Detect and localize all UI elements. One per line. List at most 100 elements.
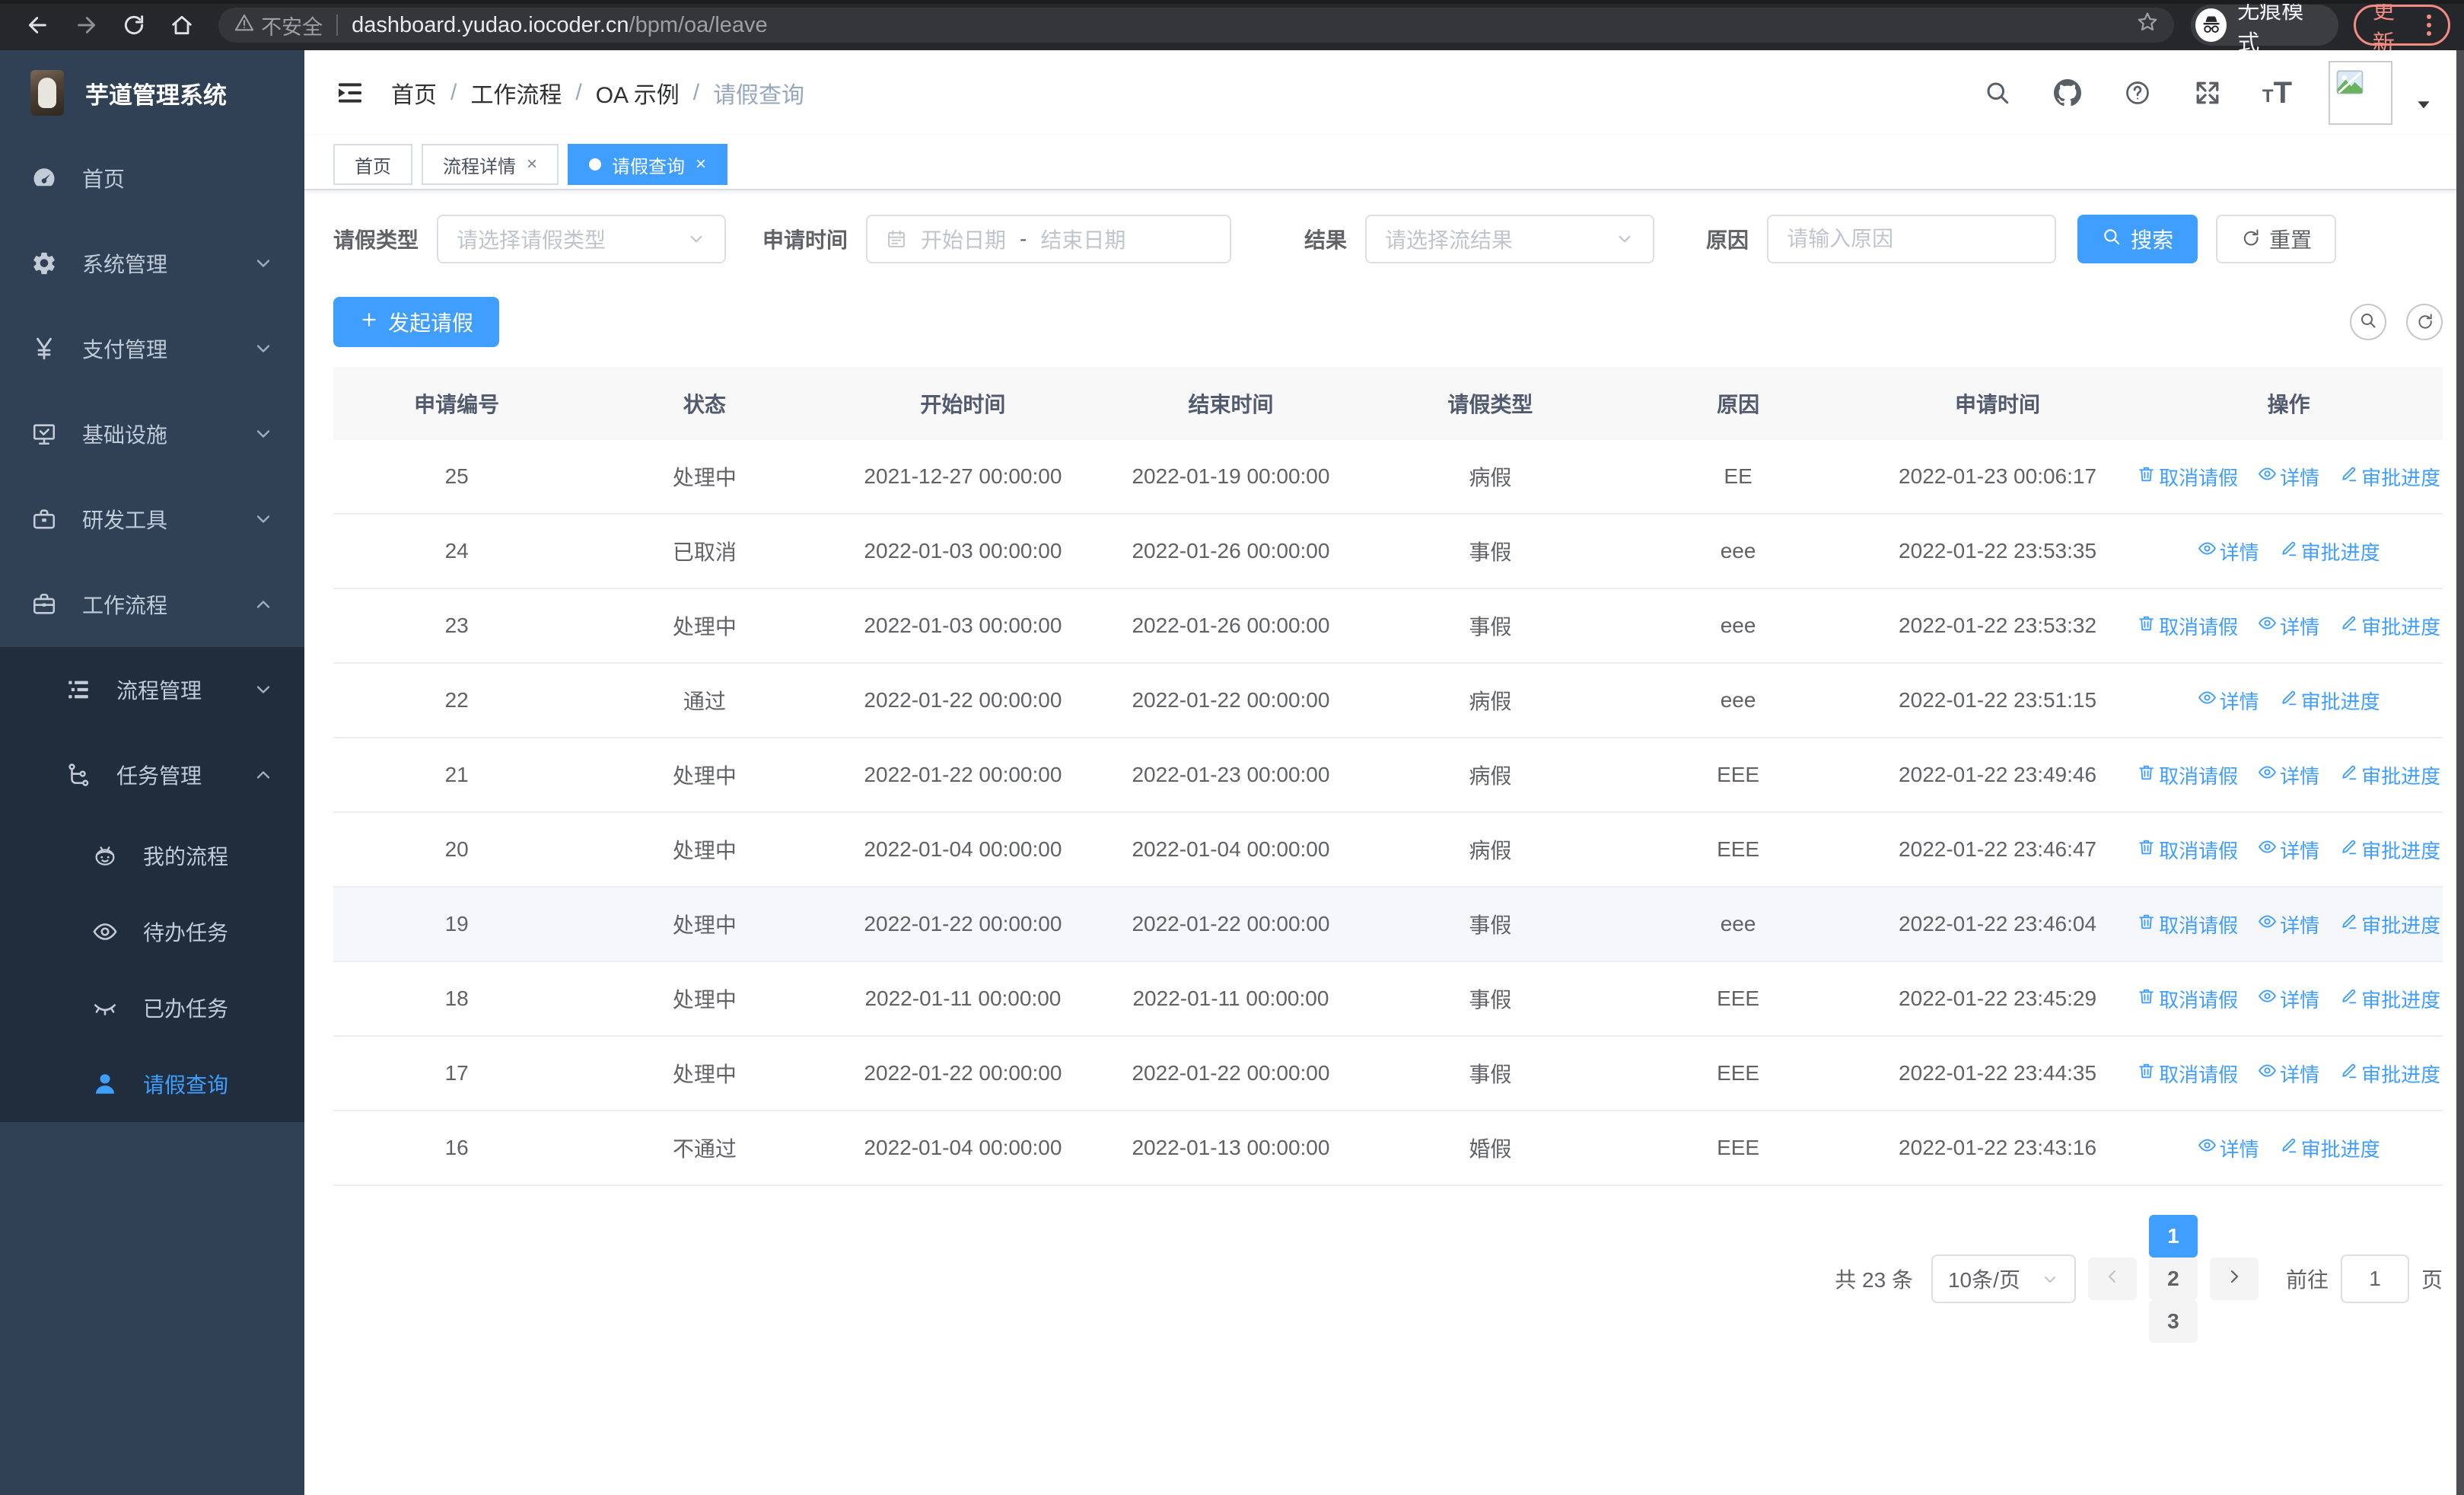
cell-reason: EEE xyxy=(1717,987,1760,1010)
detail-action-link[interactable]: 详情 xyxy=(2258,463,2319,491)
reason-input[interactable] xyxy=(1787,227,2037,251)
cancel-action-link[interactable]: 取消请假 xyxy=(2137,1060,2238,1088)
pen-icon xyxy=(2339,912,2358,936)
header-search-icon[interactable] xyxy=(1982,78,2013,108)
search-button-label: 搜索 xyxy=(2131,228,2174,252)
tab-首页[interactable]: 首页 xyxy=(333,144,412,185)
sidebar-item-基础设施[interactable]: 基础设施 xyxy=(0,391,304,477)
cancel-action-link[interactable]: 取消请假 xyxy=(2137,985,2238,1013)
sidebar-item-系统管理[interactable]: 系统管理 xyxy=(0,221,304,306)
page-button-1[interactable]: 1 xyxy=(2148,1215,2198,1258)
browser-back-icon[interactable] xyxy=(21,8,54,43)
tab-请假查询[interactable]: 请假查询 × xyxy=(568,144,728,185)
browser-menu-icon[interactable] xyxy=(2427,14,2431,36)
detail-action-link[interactable]: 详情 xyxy=(2198,687,2259,715)
sidebar-collapse-icon[interactable] xyxy=(335,78,365,108)
browser-reload-icon[interactable] xyxy=(118,8,151,43)
page-size-select[interactable]: 10条/页 xyxy=(1931,1254,2076,1303)
calendar-icon xyxy=(886,228,907,250)
detail-action-link[interactable]: 详情 xyxy=(2258,910,2319,939)
browser-home-icon[interactable] xyxy=(166,8,199,43)
detail-action-link[interactable]: 详情 xyxy=(2258,836,2319,864)
page-button-3[interactable]: 3 xyxy=(2148,1300,2198,1343)
page-scrollbar[interactable] xyxy=(2456,50,2464,1495)
progress-action-link[interactable]: 审批进度 xyxy=(2339,612,2440,640)
help-icon[interactable] xyxy=(2122,78,2153,108)
trash-icon xyxy=(2137,464,2156,489)
breadcrumb-item[interactable]: OA 示例 xyxy=(596,76,680,110)
progress-action-link[interactable]: 审批进度 xyxy=(2279,687,2380,715)
next-page-button[interactable] xyxy=(2209,1258,2259,1300)
create-leave-button[interactable]: 发起请假 xyxy=(333,297,500,347)
sidebar-item-我的流程[interactable]: 我的流程 xyxy=(0,818,304,894)
goto-page-input[interactable] xyxy=(2340,1254,2409,1303)
chrome-update-button[interactable]: 更新 xyxy=(2353,0,2450,56)
progress-action-link[interactable]: 审批进度 xyxy=(2339,836,2440,864)
cancel-action-link[interactable]: 取消请假 xyxy=(2137,612,2238,640)
sidebar-item-研发工具[interactable]: 研发工具 xyxy=(0,477,304,562)
apply-time-range-picker[interactable]: 开始日期 - 结束日期 xyxy=(866,215,1232,263)
detail-action-link[interactable]: 详情 xyxy=(2198,537,2259,566)
fullscreen-icon[interactable] xyxy=(2192,78,2223,108)
progress-action-link[interactable]: 审批进度 xyxy=(2279,537,2380,566)
cancel-action-link[interactable]: 取消请假 xyxy=(2137,836,2238,864)
sidebar-item-任务管理[interactable]: 任务管理 xyxy=(0,732,304,818)
browser-forward-icon[interactable] xyxy=(69,8,102,43)
cancel-action-link[interactable]: 取消请假 xyxy=(2137,910,2238,939)
sidebar-item-工作流程[interactable]: 工作流程 xyxy=(0,562,304,647)
detail-action-link[interactable]: 详情 xyxy=(2258,612,2319,640)
cell-apply-time: 2022-01-22 23:46:04 xyxy=(1899,912,2097,936)
avatar-caret-down-icon[interactable] xyxy=(2414,94,2434,114)
sidebar-item-支付管理[interactable]: 支付管理 xyxy=(0,306,304,391)
cell-status: 处理中 xyxy=(672,615,737,639)
font-size-icon[interactable]: TT xyxy=(2262,78,2292,108)
chevron-down-icon xyxy=(253,508,274,530)
tab-close-icon[interactable]: × xyxy=(527,154,537,175)
address-bar[interactable]: 不安全 dashboard.yudao.iocoder.cn/bpm/oa/le… xyxy=(218,8,2175,43)
result-select[interactable]: 请选择流结果 xyxy=(1365,215,1655,263)
leave-type-select[interactable]: 请选择请假类型 xyxy=(437,215,727,263)
column-header-操作: 操作 xyxy=(2267,393,2310,416)
cell-id: 22 xyxy=(444,688,469,712)
breadcrumb-item[interactable]: 工作流程 xyxy=(470,76,562,110)
progress-action-link[interactable]: 审批进度 xyxy=(2339,985,2440,1013)
sidebar-item-label: 研发工具 xyxy=(82,508,168,532)
refresh-icon xyxy=(2415,311,2434,333)
cell-type: 事假 xyxy=(1469,1063,1512,1086)
action-label: 审批进度 xyxy=(2300,540,2380,564)
progress-action-link[interactable]: 审批进度 xyxy=(2339,910,2440,939)
table-row: 17 处理中 2022-01-22 00:00:00 2022-01-22 00:00… xyxy=(333,1037,2443,1111)
tab-流程详情[interactable]: 流程详情 × xyxy=(422,144,559,185)
not-secure-indicator[interactable]: 不安全 xyxy=(234,11,323,40)
prev-page-button[interactable] xyxy=(2087,1258,2137,1300)
breadcrumb-item[interactable]: 首页 xyxy=(391,76,437,110)
sidebar-item-流程管理[interactable]: 流程管理 xyxy=(0,647,304,732)
sidebar-item-首页[interactable]: 首页 xyxy=(0,135,304,221)
detail-action-link[interactable]: 详情 xyxy=(2258,1060,2319,1088)
progress-action-link[interactable]: 审批进度 xyxy=(2339,1060,2440,1088)
sidebar-item-label: 支付管理 xyxy=(82,338,168,362)
tab-close-icon[interactable]: × xyxy=(696,154,706,175)
cancel-action-link[interactable]: 取消请假 xyxy=(2137,463,2238,491)
detail-action-link[interactable]: 详情 xyxy=(2258,985,2319,1013)
progress-action-link[interactable]: 审批进度 xyxy=(2279,1134,2380,1162)
refresh-table-button[interactable] xyxy=(2406,304,2443,340)
sidebar-item-请假查询[interactable]: 请假查询 xyxy=(0,1046,304,1122)
sidebar: 芋道管理系统 首页 系统管理 支付管理 基础设施 研发工具 工作流程 流程管理 任务管理 我的流… xyxy=(0,50,304,1495)
search-button[interactable]: 搜索 xyxy=(2077,215,2198,263)
detail-action-link[interactable]: 详情 xyxy=(2198,1134,2259,1162)
reset-button[interactable]: 重置 xyxy=(2216,215,2337,263)
sidebar-item-已办任务[interactable]: 已办任务 xyxy=(0,970,304,1046)
page-button-2[interactable]: 2 xyxy=(2148,1258,2198,1300)
cell-id: 18 xyxy=(444,987,469,1010)
progress-action-link[interactable]: 审批进度 xyxy=(2339,463,2440,491)
github-icon[interactable] xyxy=(2052,78,2083,108)
sidebar-item-待办任务[interactable]: 待办任务 xyxy=(0,894,304,970)
bookmark-star-icon[interactable] xyxy=(2136,11,2159,40)
avatar[interactable] xyxy=(2329,61,2392,125)
progress-action-link[interactable]: 审批进度 xyxy=(2339,761,2440,789)
detail-action-link[interactable]: 详情 xyxy=(2258,761,2319,789)
action-label: 详情 xyxy=(2280,615,2320,639)
cancel-action-link[interactable]: 取消请假 xyxy=(2137,761,2238,789)
toggle-search-button[interactable] xyxy=(2350,304,2386,340)
